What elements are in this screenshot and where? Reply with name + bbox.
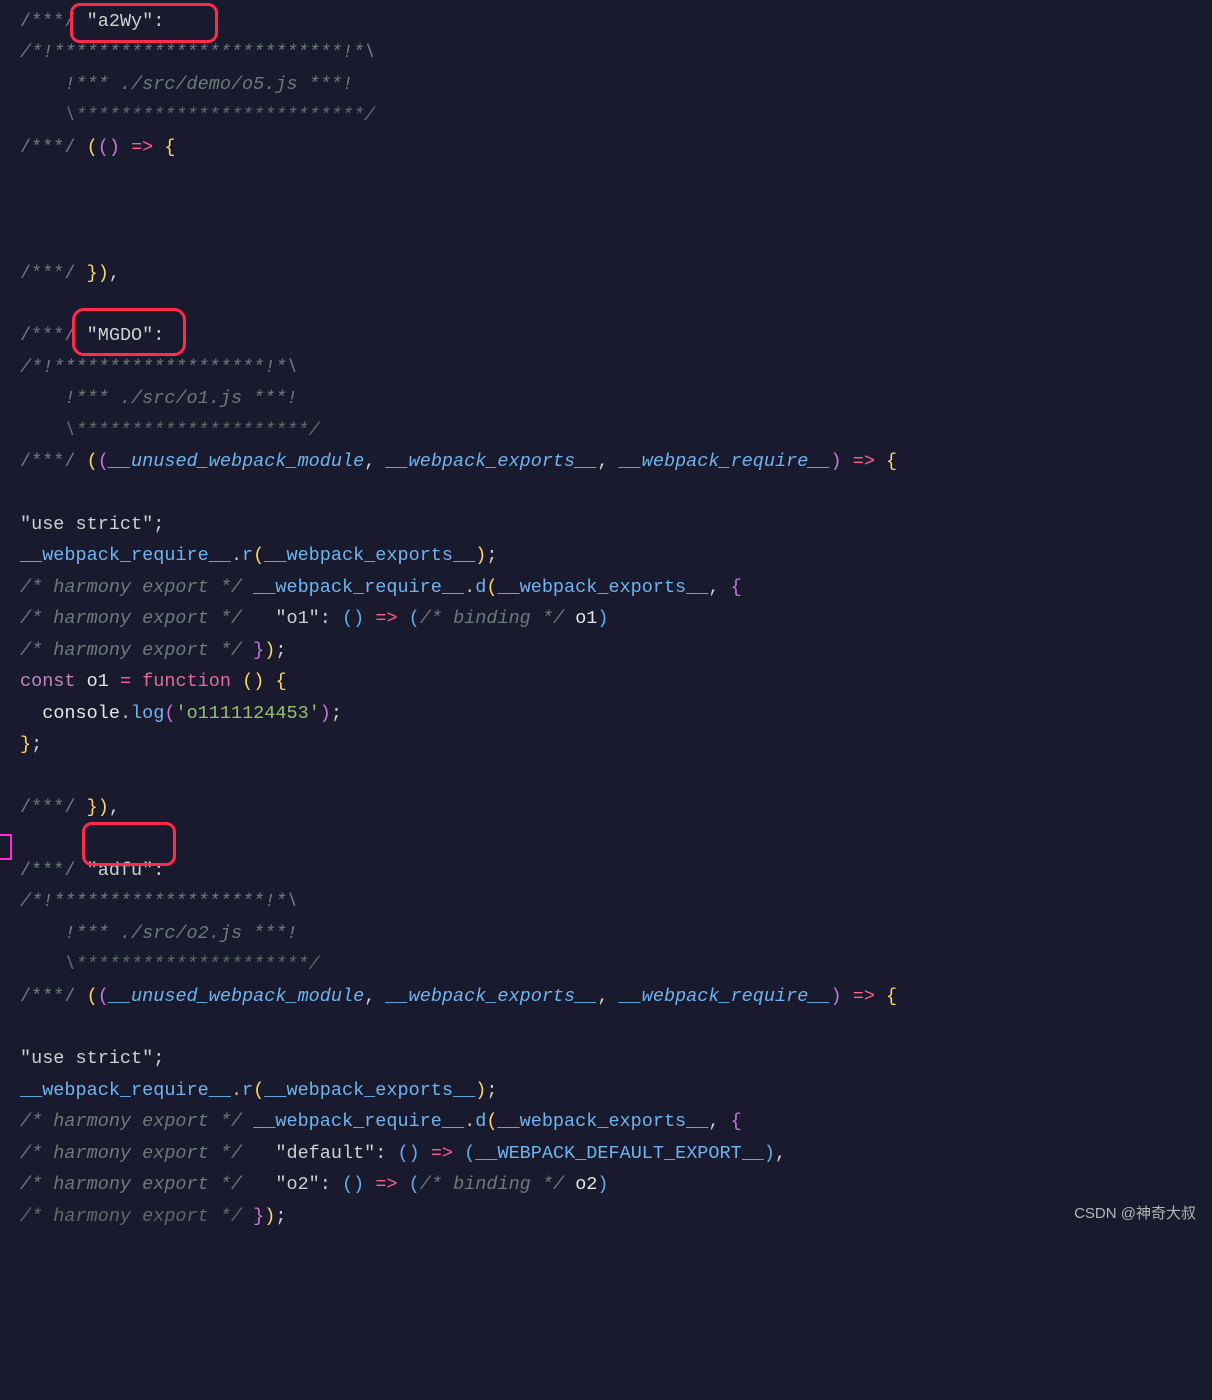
banner-line: /*!**************************!*\ bbox=[20, 42, 375, 63]
banner-line: \**************************/ bbox=[42, 105, 375, 126]
banner-line: \*********************/ bbox=[42, 954, 320, 975]
banner-line: /*!*******************!*\ bbox=[20, 891, 298, 912]
module-id-a2Wy: "a2Wy" bbox=[87, 11, 154, 32]
banner-line: !*** ./src/o2.js ***! bbox=[42, 923, 297, 944]
marker: /***/ bbox=[20, 11, 76, 32]
module-id-MGDO: "MGDO" bbox=[87, 325, 154, 346]
watermark: CSDN @神奇大叔 bbox=[1074, 1201, 1196, 1227]
module-id-adfu: "adfu" bbox=[87, 860, 154, 881]
code-block: /***/ "a2Wy": /*!***********************… bbox=[0, 0, 1212, 1232]
banner-line: \*********************/ bbox=[42, 420, 320, 441]
banner-line: /*!*******************!*\ bbox=[20, 357, 298, 378]
banner-line: !*** ./src/demo/o5.js ***! bbox=[42, 74, 353, 95]
banner-line: !*** ./src/o1.js ***! bbox=[42, 388, 297, 409]
cursor-mark bbox=[0, 834, 12, 860]
